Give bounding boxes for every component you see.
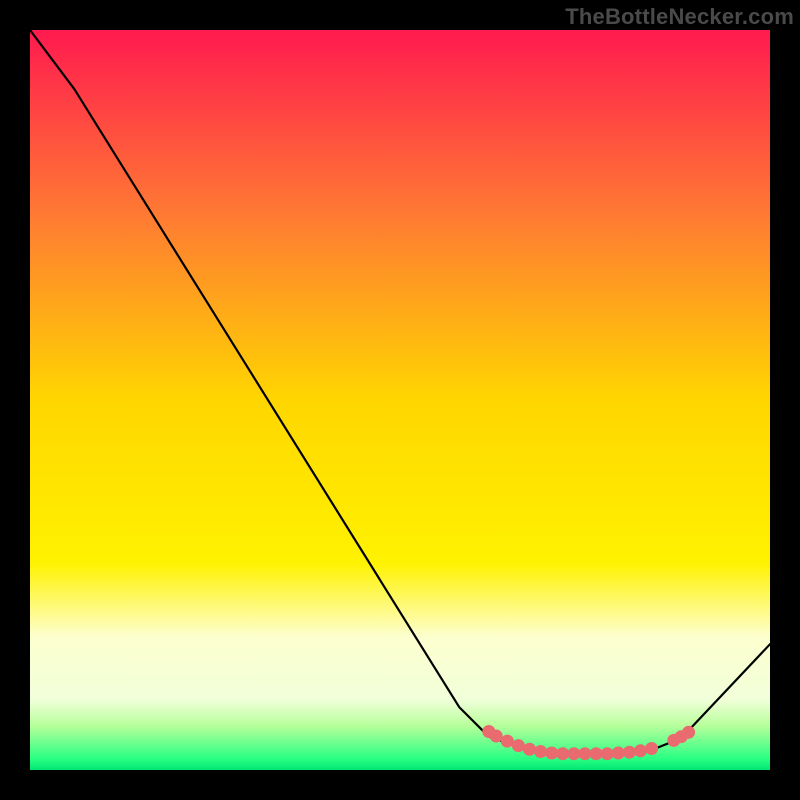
watermark-text: TheBottleNecker.com bbox=[565, 4, 794, 30]
highlight-point bbox=[579, 747, 592, 760]
highlight-point bbox=[601, 747, 614, 760]
highlight-point bbox=[590, 747, 603, 760]
highlight-point bbox=[645, 742, 658, 755]
highlight-point bbox=[567, 747, 580, 760]
gradient-background bbox=[30, 30, 770, 770]
highlight-point bbox=[612, 747, 625, 760]
highlight-point bbox=[623, 746, 636, 759]
highlight-point bbox=[523, 743, 536, 756]
chart-plot bbox=[30, 30, 770, 770]
highlight-point bbox=[545, 747, 558, 760]
highlight-point bbox=[682, 726, 695, 739]
highlight-point bbox=[501, 735, 514, 748]
highlight-point bbox=[534, 745, 547, 758]
highlight-point bbox=[556, 747, 569, 760]
highlight-point bbox=[490, 730, 503, 743]
highlight-point bbox=[512, 739, 525, 752]
highlight-point bbox=[634, 744, 647, 757]
chart-container: { "watermark": "TheBottleNecker.com", "c… bbox=[0, 0, 800, 800]
